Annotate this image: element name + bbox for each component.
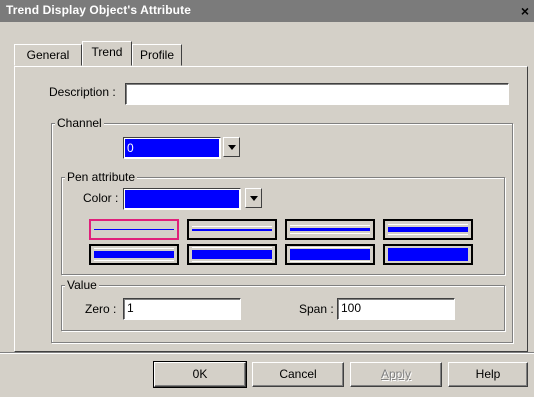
footer-divider [0, 352, 534, 354]
value-group-title: Value [65, 278, 99, 292]
pen-style-1[interactable] [89, 219, 179, 240]
pen-style-8[interactable] [383, 244, 473, 265]
channel-dropdown-arrow-icon[interactable] [223, 137, 240, 157]
description-label: Description : [49, 85, 116, 99]
span-input[interactable]: 100 [337, 298, 455, 320]
channel-selected-value: 0 [125, 139, 219, 157]
tab-profile[interactable]: Profile [132, 44, 182, 66]
color-label: Color : [83, 191, 119, 205]
tab-trend[interactable]: Trend [82, 41, 132, 66]
pen-style-3[interactable] [285, 219, 375, 240]
tab-general[interactable]: General [14, 44, 82, 66]
ok-button[interactable]: 0K [153, 361, 247, 388]
help-button[interactable]: Help [448, 362, 528, 387]
color-dropdown-arrow-icon[interactable] [245, 188, 262, 208]
cancel-button[interactable]: Cancel [252, 362, 344, 387]
description-input[interactable] [125, 83, 509, 105]
channel-group-title: Channel [55, 116, 104, 130]
window-title: Trend Display Object's Attribute [6, 3, 191, 17]
pen-style-6[interactable] [187, 244, 277, 265]
apply-button[interactable]: Apply [350, 362, 442, 387]
pen-attribute-group-title: Pen attribute [65, 170, 138, 184]
pen-style-2[interactable] [187, 219, 277, 240]
close-button[interactable]: × [516, 2, 534, 20]
span-label: Span : [299, 302, 334, 316]
apply-button-label: Apply [380, 367, 412, 381]
color-dropdown[interactable] [123, 188, 241, 210]
color-swatch [125, 190, 239, 208]
pen-style-4[interactable] [383, 219, 473, 240]
zero-label: Zero : [85, 302, 117, 316]
pen-style-7[interactable] [285, 244, 375, 265]
zero-input[interactable]: 1 [123, 298, 241, 320]
tab-panel-trend: Description : Channel 0 Pen attribute Co… [14, 66, 528, 352]
pen-style-5[interactable] [89, 244, 179, 265]
channel-dropdown[interactable]: 0 [123, 137, 221, 159]
